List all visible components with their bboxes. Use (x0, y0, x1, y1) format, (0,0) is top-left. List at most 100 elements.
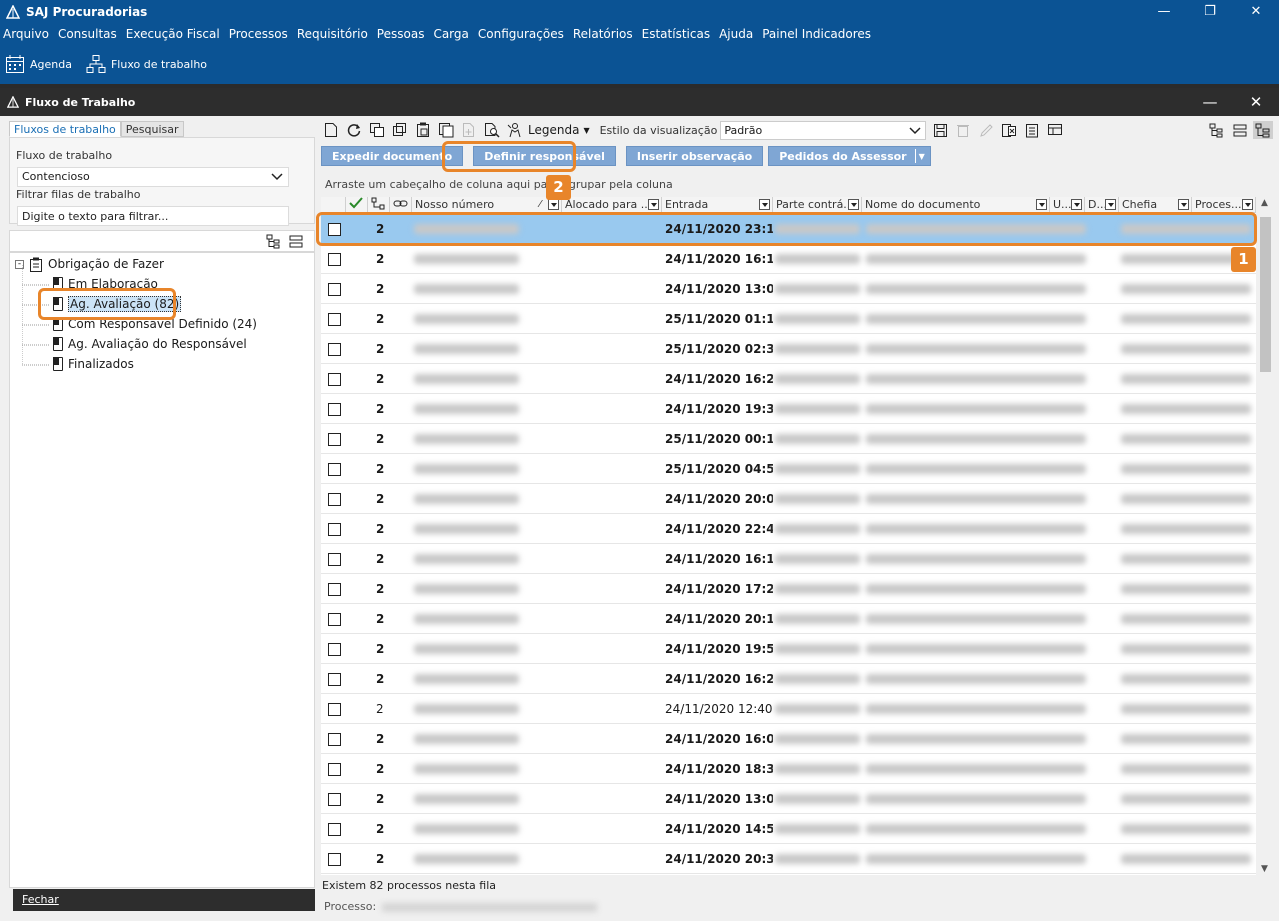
table-row[interactable]: 2 24/11/2020 18:3 (321, 754, 1256, 784)
paste-icon[interactable] (413, 121, 433, 139)
tree-item-finalizados[interactable]: Finalizados (53, 355, 134, 373)
table-row[interactable]: 2 24/11/2020 20:3 (321, 844, 1256, 874)
column-nosso-numero[interactable]: Nosso número ⁄ (412, 197, 562, 213)
row-checkbox[interactable] (328, 703, 341, 716)
row-checkbox[interactable] (328, 673, 341, 686)
row-checkbox[interactable] (328, 373, 341, 386)
table-row[interactable]: 2 24/11/2020 22:4 (321, 514, 1256, 544)
link-column[interactable] (390, 197, 412, 213)
column-alocado-para[interactable]: Alocado para ... (562, 197, 662, 213)
row-checkbox[interactable] (328, 613, 341, 626)
row-checkbox[interactable] (328, 313, 341, 326)
row-checkbox[interactable] (328, 343, 341, 356)
menu-carga[interactable]: Carga (433, 27, 468, 41)
column-entrada[interactable]: Entrada (662, 197, 773, 213)
grouping-toggle-icon[interactable] (1253, 121, 1273, 139)
column-d[interactable]: D... (1085, 197, 1119, 213)
filter-dropdown-icon[interactable] (848, 199, 859, 210)
menu-consultas[interactable]: Consultas (58, 27, 117, 41)
group-by-area[interactable]: Arraste um cabeçalho de coluna aqui para… (321, 173, 1271, 196)
row-checkbox[interactable] (328, 733, 341, 746)
pedidos-assessor-button[interactable]: Pedidos do Assessor ▼ (768, 146, 931, 166)
table-row[interactable]: 2 24/11/2020 19:3 (321, 394, 1256, 424)
row-checkbox[interactable] (328, 643, 341, 656)
table-row[interactable]: 2 25/11/2020 00:1 (321, 424, 1256, 454)
table-row[interactable]: 2 24/11/2020 16:2 (321, 664, 1256, 694)
legend-icon[interactable] (505, 121, 525, 139)
column-parte-contraria[interactable]: Parte contrá... (773, 197, 862, 213)
refresh-icon[interactable] (344, 121, 364, 139)
row-checkbox[interactable] (328, 523, 341, 536)
table-row[interactable]: 2 24/11/2020 13:0 (321, 274, 1256, 304)
row-checkbox[interactable] (328, 283, 341, 296)
filter-dropdown-icon[interactable] (1242, 199, 1253, 210)
tree-item-ag-avaliacao-responsavel[interactable]: Ag. Avaliação do Responsável (53, 335, 247, 353)
row-checkbox[interactable] (328, 493, 341, 506)
table-row[interactable]: 2 24/11/2020 16:0 (321, 724, 1256, 754)
table-row[interactable]: 2 25/11/2020 04:5 (321, 454, 1256, 484)
minimize-button[interactable]: — (1141, 0, 1187, 24)
workflow-select[interactable]: Contencioso (17, 167, 289, 187)
tab-pesquisar[interactable]: Pesquisar (120, 121, 184, 137)
vertical-scrollbar[interactable]: ▲ ▼ (1257, 197, 1274, 875)
duplicate-icon[interactable] (390, 121, 410, 139)
collapse-all-icon[interactable] (1230, 121, 1250, 139)
table-row[interactable]: 2 24/11/2020 17:2 (321, 574, 1256, 604)
delete-disabled-icon[interactable] (953, 121, 973, 139)
table-row[interactable]: 2 24/11/2020 16:2 (321, 364, 1256, 394)
export-icon[interactable] (999, 121, 1019, 139)
layout-icon[interactable] (1045, 121, 1065, 139)
menu-estatisticas[interactable]: Estatísticas (642, 27, 710, 41)
table-row[interactable]: 2 25/11/2020 01:1 (321, 304, 1256, 334)
scroll-down-icon[interactable]: ▼ (1261, 864, 1268, 874)
close-panel-button[interactable]: Fechar (13, 889, 315, 911)
expand-tree-icon[interactable] (266, 234, 282, 249)
legend-dropdown[interactable]: Legenda ▼ (528, 123, 590, 137)
collapse-tree-icon[interactable] (289, 234, 303, 249)
row-checkbox[interactable] (328, 403, 341, 416)
restore-button[interactable]: ❐ (1187, 0, 1233, 24)
new-document-icon[interactable] (321, 121, 341, 139)
menu-relatorios[interactable]: Relatórios (573, 27, 633, 41)
table-row[interactable]: 2 24/11/2020 20:0 (321, 484, 1256, 514)
window-minimize-button[interactable]: — (1187, 88, 1233, 116)
row-checkbox[interactable] (328, 583, 341, 596)
scroll-up-icon[interactable]: ▲ (1261, 198, 1268, 208)
tab-fluxos[interactable]: Fluxos de trabalho (9, 121, 121, 137)
expand-all-icon[interactable] (1207, 121, 1227, 139)
table-row[interactable]: 2 24/11/2020 13:0 (321, 784, 1256, 814)
style-select[interactable]: Padrão (720, 120, 927, 140)
workflow-button[interactable]: Fluxo de trabalho (86, 54, 207, 74)
menu-execucao-fiscal[interactable]: Execução Fiscal (126, 27, 220, 41)
scrollbar-thumb[interactable] (1260, 217, 1271, 372)
search-document-icon[interactable] (482, 121, 502, 139)
close-button[interactable]: ✕ (1233, 0, 1279, 24)
count-column[interactable] (368, 197, 390, 213)
column-processo[interactable]: Proces... (1192, 197, 1256, 213)
inserir-observacao-button[interactable]: Inserir observação (625, 146, 764, 166)
agenda-button[interactable]: Agenda (5, 54, 72, 74)
menu-painel-indicadores[interactable]: Painel Indicadores (762, 27, 871, 41)
add-disabled-icon[interactable] (459, 121, 479, 139)
column-u[interactable]: U... (1050, 197, 1085, 213)
document-stack-icon[interactable] (436, 121, 456, 139)
row-checkbox[interactable] (328, 823, 341, 836)
column-nome-documento[interactable]: Nome do documento (862, 197, 1050, 213)
filter-dropdown-icon[interactable] (759, 199, 770, 210)
menu-requisitorio[interactable]: Requisitório (297, 27, 368, 41)
table-row[interactable]: 2 24/11/2020 14:5 (321, 814, 1256, 844)
table-row[interactable]: 2 24/11/2020 12:40 (321, 694, 1256, 724)
filter-dropdown-icon[interactable] (1105, 199, 1116, 210)
menu-ajuda[interactable]: Ajuda (719, 27, 753, 41)
filter-dropdown-icon[interactable] (1178, 199, 1189, 210)
menu-arquivo[interactable]: Arquivo (3, 27, 49, 41)
row-checkbox[interactable] (328, 433, 341, 446)
copy-process-icon[interactable] (367, 121, 387, 139)
filter-dropdown-icon[interactable] (548, 199, 559, 210)
row-checkbox[interactable] (328, 853, 341, 866)
column-chefia[interactable]: Chefia (1119, 197, 1192, 213)
row-checkbox[interactable] (328, 463, 341, 476)
select-all-column[interactable] (321, 197, 346, 213)
table-row[interactable]: 2 24/11/2020 16:1 (321, 244, 1256, 274)
table-row[interactable]: 2 25/11/2020 02:3 (321, 334, 1256, 364)
